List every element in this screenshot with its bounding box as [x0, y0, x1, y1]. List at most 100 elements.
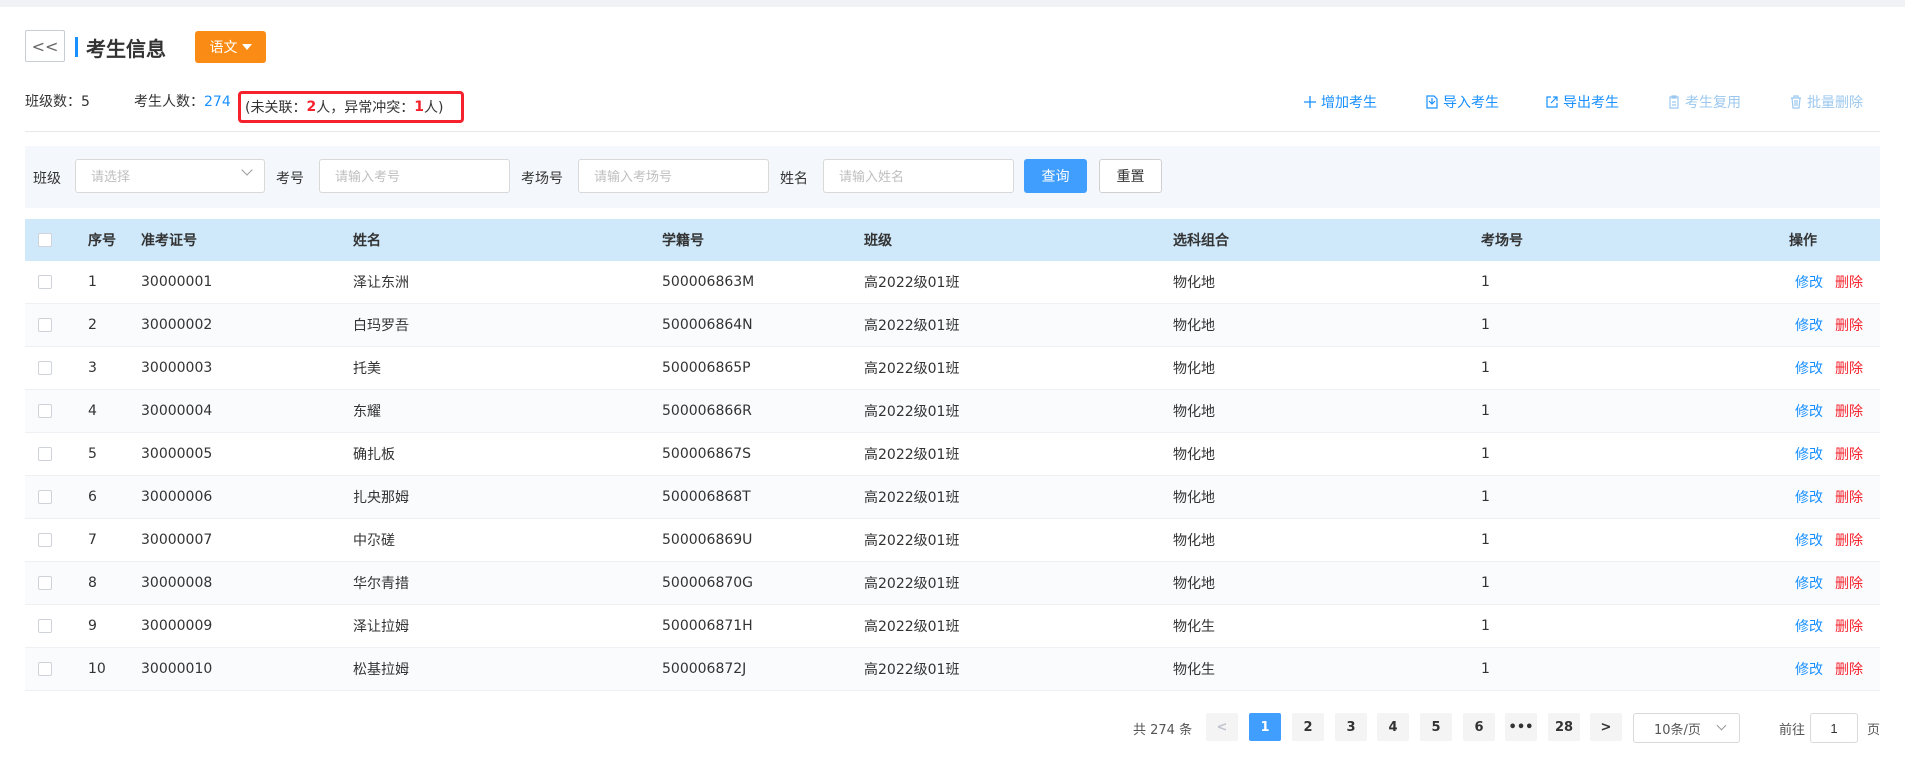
delete-link[interactable]: 删除 — [1835, 272, 1863, 292]
edit-link[interactable]: 修改 — [1795, 315, 1823, 335]
warning-summary: (未关联： 2 人，异常冲突： 1 人) — [238, 91, 464, 123]
student-id: 500006868T — [662, 489, 751, 505]
delete-link[interactable]: 删除 — [1835, 573, 1863, 593]
prev-page-button[interactable]: < — [1206, 713, 1238, 741]
student-count-value[interactable]: 274 — [204, 94, 231, 110]
delete-link[interactable]: 删除 — [1835, 487, 1863, 507]
unlinked-count[interactable]: 2 — [306, 99, 316, 115]
table-row: 1 30000001 泽让东洲 500006863M 高2022级01班 物化地 1 修改 删除 — [25, 261, 1880, 304]
delete-link[interactable]: 删除 — [1835, 315, 1863, 335]
row-actions: 修改 删除 — [1795, 605, 1863, 647]
page-button[interactable]: 5 — [1420, 713, 1452, 741]
reuse-student-button[interactable]: 考生复用 — [1667, 92, 1741, 112]
row-checkbox[interactable] — [38, 576, 52, 590]
row-checkbox[interactable] — [38, 490, 52, 504]
student-id: 500006869U — [662, 532, 753, 548]
back-button[interactable]: << — [25, 30, 65, 62]
page-size-label: 10条/页 — [1654, 722, 1701, 738]
page-button[interactable]: 2 — [1292, 713, 1324, 741]
row-checkbox[interactable] — [38, 318, 52, 332]
table-row: 9 30000009 泽让拉姆 500006871H 高2022级01班 物化生 1 修改 删除 — [25, 605, 1880, 648]
subject-combo: 物化地 — [1173, 318, 1215, 334]
student-name: 泽让东洲 — [353, 275, 409, 291]
select-all-checkbox[interactable] — [38, 233, 52, 247]
delete-link[interactable]: 删除 — [1835, 358, 1863, 378]
table-row: 3 30000003 托美 500006865P 高2022级01班 物化地 1 修改 删除 — [25, 347, 1880, 390]
page-button[interactable]: 3 — [1335, 713, 1367, 741]
goto-page-input[interactable] — [1810, 713, 1858, 743]
page-size-select[interactable]: 10条/页 — [1633, 713, 1740, 743]
class-select[interactable] — [75, 159, 265, 193]
row-checkbox[interactable] — [38, 619, 52, 633]
query-button[interactable]: 查询 — [1024, 159, 1087, 193]
conflict-count[interactable]: 1 — [414, 99, 424, 115]
page-button[interactable]: 1 — [1249, 713, 1281, 741]
edit-link[interactable]: 修改 — [1795, 272, 1823, 292]
ticket-number: 30000010 — [141, 661, 213, 677]
page-button[interactable]: 6 — [1463, 713, 1495, 741]
table-row: 6 30000006 扎央那姆 500006868T 高2022级01班 物化地 1 修改 删除 — [25, 476, 1880, 519]
row-checkbox[interactable] — [38, 275, 52, 289]
reset-button[interactable]: 重置 — [1099, 159, 1162, 193]
import-student-button[interactable]: 导入考生 — [1425, 92, 1499, 112]
ticket-number: 30000008 — [141, 575, 213, 591]
student-id: 500006866R — [662, 403, 752, 419]
student-name: 泽让拉姆 — [353, 619, 409, 635]
row-checkbox[interactable] — [38, 361, 52, 375]
page-button[interactable]: 28 — [1548, 713, 1580, 741]
batch-delete-button[interactable]: 批量删除 — [1789, 92, 1863, 112]
edit-link[interactable]: 修改 — [1795, 401, 1823, 421]
class-name: 高2022级01班 — [864, 318, 960, 334]
class-count: 班级数：5 — [25, 91, 90, 111]
table-row: 8 30000008 华尔青措 500006870G 高2022级01班 物化地 1 修改 删除 — [25, 562, 1880, 605]
row-checkbox[interactable] — [38, 662, 52, 676]
subject-combo: 物化生 — [1173, 662, 1215, 678]
delete-link[interactable]: 删除 — [1835, 530, 1863, 550]
delete-link[interactable]: 删除 — [1835, 444, 1863, 464]
exam-room: 1 — [1481, 575, 1490, 591]
student-id: 500006872J — [662, 661, 747, 677]
subject-combo: 物化地 — [1173, 533, 1215, 549]
page-button[interactable]: 4 — [1377, 713, 1409, 741]
name-filter-label: 姓名 — [780, 171, 808, 187]
row-index: 3 — [88, 360, 97, 376]
edit-link[interactable]: 修改 — [1795, 616, 1823, 636]
delete-link[interactable]: 删除 — [1835, 401, 1863, 421]
edit-link[interactable]: 修改 — [1795, 358, 1823, 378]
more-pages-button[interactable]: ••• — [1505, 713, 1537, 741]
add-student-button[interactable]: 增加考生 — [1303, 92, 1377, 112]
table-header: 序号 准考证号 姓名 学籍号 班级 选科组合 考场号 操作 — [25, 219, 1880, 261]
edit-link[interactable]: 修改 — [1795, 573, 1823, 593]
exam-room-input[interactable] — [578, 159, 769, 193]
exam-no-label: 考号 — [276, 171, 304, 187]
class-name: 高2022级01班 — [864, 619, 960, 635]
col-subject-combo: 选科组合 — [1173, 233, 1229, 249]
delete-link[interactable]: 删除 — [1835, 659, 1863, 679]
student-name: 中尕磋 — [353, 533, 395, 549]
next-page-button[interactable]: > — [1590, 713, 1622, 741]
ticket-number: 30000002 — [141, 317, 213, 333]
edit-link[interactable]: 修改 — [1795, 444, 1823, 464]
col-student-id: 学籍号 — [662, 233, 704, 249]
edit-link[interactable]: 修改 — [1795, 530, 1823, 550]
col-name: 姓名 — [353, 233, 381, 249]
row-checkbox[interactable] — [38, 404, 52, 418]
goto-label: 前往 — [1779, 723, 1806, 738]
export-student-label: 导出考生 — [1563, 95, 1619, 111]
edit-link[interactable]: 修改 — [1795, 659, 1823, 679]
row-checkbox[interactable] — [38, 533, 52, 547]
ticket-number: 30000003 — [141, 360, 213, 376]
class-name: 高2022级01班 — [864, 404, 960, 420]
student-name: 白玛罗吾 — [353, 318, 409, 334]
name-input[interactable] — [823, 159, 1014, 193]
table-row: 10 30000010 松基拉姆 500006872J 高2022级01班 物化生 1 修改删… — [25, 648, 1880, 691]
subject-dropdown[interactable]: 语文 — [195, 31, 266, 63]
row-actions: 修改 删除 — [1795, 261, 1863, 303]
exam-no-input[interactable] — [319, 159, 510, 193]
export-student-button[interactable]: 导出考生 — [1545, 92, 1619, 112]
edit-link[interactable]: 修改 — [1795, 487, 1823, 507]
delete-link[interactable]: 删除 — [1835, 616, 1863, 636]
total-count: 共 274 条 — [1133, 723, 1193, 738]
subject-combo: 物化地 — [1173, 490, 1215, 506]
row-checkbox[interactable] — [38, 447, 52, 461]
